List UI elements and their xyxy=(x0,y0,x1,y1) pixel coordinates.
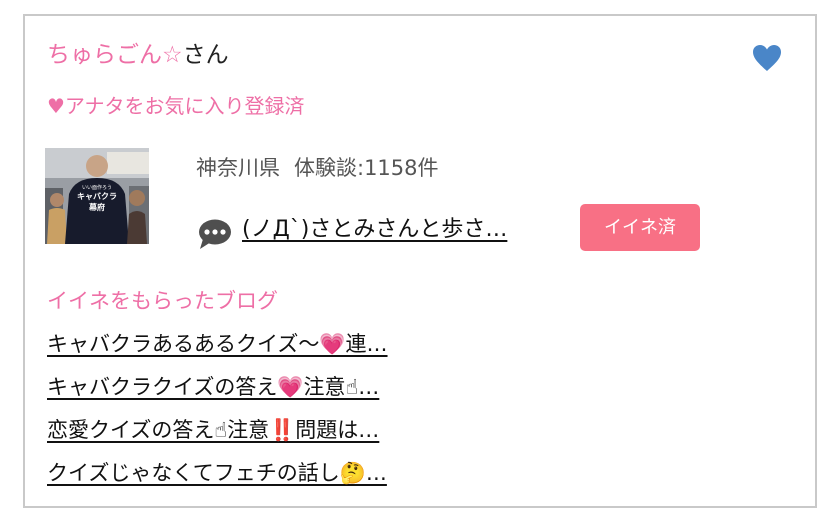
liked-blogs-heading: イイネをもらったブログ xyxy=(47,289,278,313)
thumbnail-caption-2: キャバクラ xyxy=(77,192,117,201)
latest-review-link[interactable]: (ノД`)さとみさんと歩さ… xyxy=(242,214,507,246)
user-name-row: ちゅらごん☆さん xyxy=(47,40,229,70)
review-count: 体験談:1158件 xyxy=(294,156,439,180)
review-meta: 神奈川県 体験談:1158件 xyxy=(196,153,439,183)
prefecture: 神奈川県 xyxy=(196,156,280,180)
heart-icon[interactable] xyxy=(752,44,782,72)
blog-link-4[interactable]: クイズじゃなくてフェチの話し🤔… xyxy=(47,461,387,485)
list-item: クイズじゃなくてフェチの話し🤔… xyxy=(47,457,388,500)
favorite-status: ♥アナタをお気に入り登録済 xyxy=(47,94,305,118)
user-card: ちゅらごん☆さん ♥アナタをお気に入り登録済 いい面作ろう キャバクラ 幕府 神… xyxy=(23,14,817,508)
speech-bubble-icon xyxy=(199,219,231,249)
thumbnail-caption-1: いい面作ろう xyxy=(81,185,112,191)
user-name-suffix: さん xyxy=(182,42,229,68)
liked-blogs-list: キャバクラあるあるクイズ〜💗連… キャバクラクイズの答え💗注意☝… 恋愛クイズの… xyxy=(47,328,388,500)
list-item: キャバクラあるあるクイズ〜💗連… xyxy=(47,328,388,371)
thumbnail-caption-3: 幕府 xyxy=(89,203,105,212)
blog-link-2[interactable]: キャバクラクイズの答え💗注意☝… xyxy=(47,375,379,399)
list-item: 恋愛クイズの答え☝注意‼️問題は… xyxy=(47,414,388,457)
review-thumbnail[interactable]: いい面作ろう キャバクラ 幕府 xyxy=(45,148,149,244)
list-item: キャバクラクイズの答え💗注意☝… xyxy=(47,371,388,414)
like-button[interactable]: イイネ済 xyxy=(580,204,700,251)
blog-link-3[interactable]: 恋愛クイズの答え☝注意‼️問題は… xyxy=(47,418,379,442)
user-name-link[interactable]: ちゅらごん☆ xyxy=(47,42,183,68)
blog-link-1[interactable]: キャバクラあるあるクイズ〜💗連… xyxy=(47,332,388,356)
